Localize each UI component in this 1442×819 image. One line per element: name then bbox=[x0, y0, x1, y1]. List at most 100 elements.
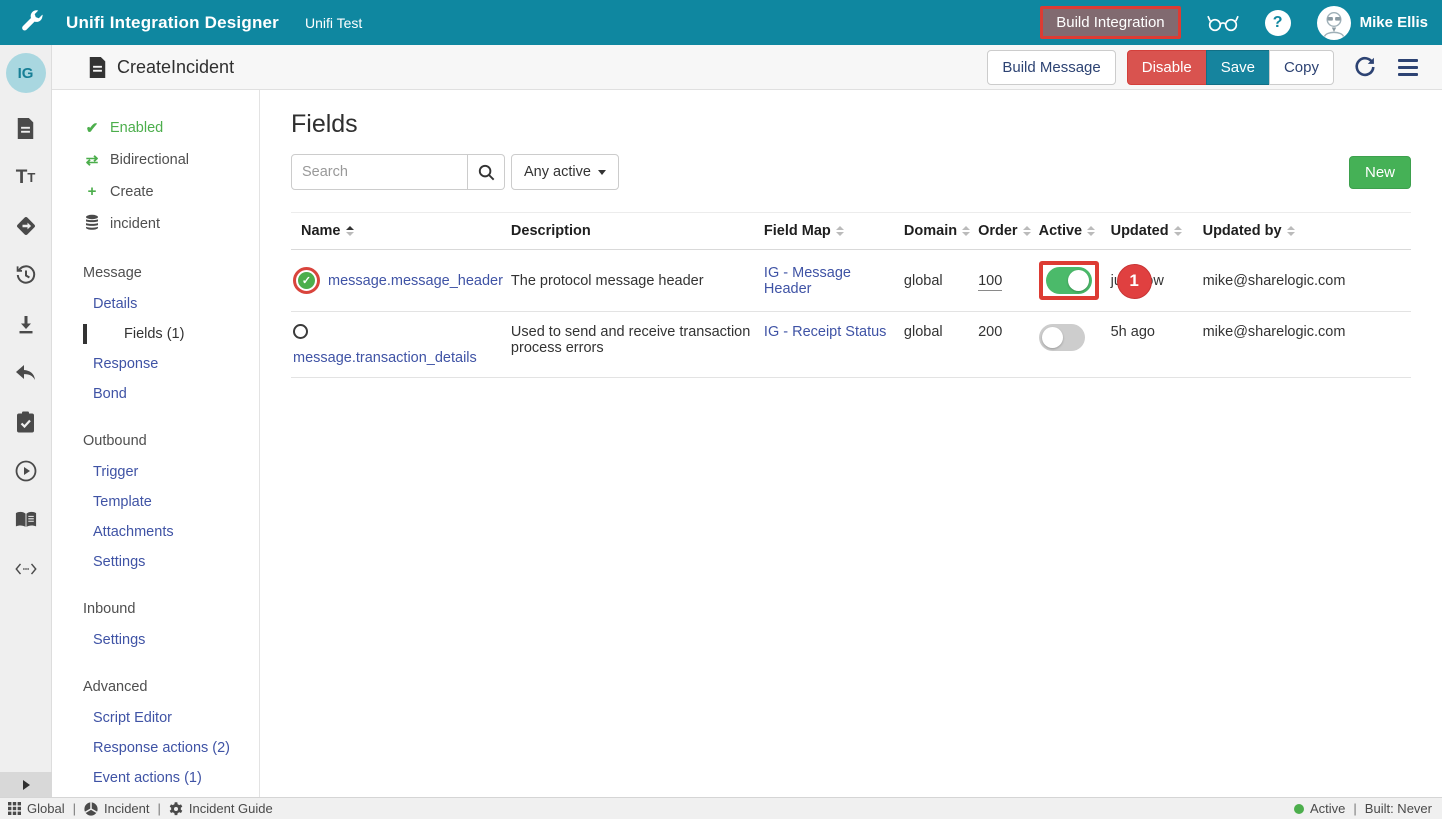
active-toggle[interactable] bbox=[1046, 267, 1092, 294]
record-header: CreateIncident Build Message Disable Sav… bbox=[52, 45, 1442, 90]
unselected-radio-icon[interactable] bbox=[293, 324, 308, 339]
refresh-icon[interactable] bbox=[1354, 56, 1376, 78]
app-title: Unifi Integration Designer bbox=[66, 13, 279, 33]
column-header-updated[interactable]: Updated bbox=[1111, 213, 1203, 250]
text-format-icon[interactable]: TT bbox=[15, 166, 37, 188]
chevron-down-icon bbox=[598, 170, 606, 175]
file-text-icon[interactable] bbox=[15, 117, 37, 139]
field-domain: global bbox=[904, 250, 978, 312]
preview-glasses-icon[interactable] bbox=[1207, 14, 1239, 32]
reply-icon[interactable] bbox=[15, 362, 37, 384]
new-field-button[interactable]: New bbox=[1349, 156, 1411, 189]
nav-link-response[interactable]: Response bbox=[52, 349, 259, 379]
book-icon[interactable] bbox=[15, 509, 37, 531]
field-order[interactable]: 200 bbox=[978, 324, 1002, 340]
nav-item-create[interactable]: + Create bbox=[52, 176, 259, 207]
user-menu[interactable]: Mike Ellis bbox=[1317, 6, 1428, 40]
icon-sidebar: IG TT bbox=[0, 45, 52, 797]
field-name-link[interactable]: message.message_header bbox=[328, 273, 503, 289]
column-header-domain[interactable]: Domain bbox=[904, 213, 978, 250]
document-icon bbox=[88, 57, 107, 78]
workspace-name: Unifi Test bbox=[305, 15, 362, 31]
column-header-description[interactable]: Description bbox=[511, 213, 764, 250]
bidirectional-arrows-icon: ⇄ bbox=[83, 151, 101, 169]
field-description: Used to send and receive transaction pro… bbox=[511, 312, 764, 378]
active-status-dot-icon bbox=[1294, 804, 1304, 814]
build-integration-button[interactable]: Build Integration bbox=[1040, 6, 1180, 39]
nav-link-event-actions[interactable]: Event actions (1) bbox=[52, 763, 259, 793]
column-header-updated-by[interactable]: Updated by bbox=[1203, 213, 1411, 250]
table-row: ✓ message.message_header The protocol me… bbox=[291, 250, 1411, 312]
fields-main: Fields Any active New bbox=[260, 90, 1442, 797]
user-name: Mike Ellis bbox=[1360, 14, 1428, 31]
integration-avatar[interactable]: IG bbox=[6, 53, 46, 93]
nav-link-bond[interactable]: Bond bbox=[52, 379, 259, 409]
selected-check-icon[interactable]: ✓ bbox=[293, 267, 320, 294]
active-filter-dropdown[interactable]: Any active bbox=[511, 154, 619, 190]
code-icon[interactable] bbox=[15, 558, 37, 580]
incident-icon bbox=[84, 802, 98, 816]
help-icon[interactable]: ? bbox=[1265, 10, 1291, 36]
field-map-link[interactable]: IG - Receipt Status bbox=[764, 324, 887, 340]
fields-table: Name Description Field Map Domain Order … bbox=[291, 212, 1411, 378]
nav-section-message: Message bbox=[52, 257, 259, 289]
column-header-active[interactable]: Active bbox=[1039, 213, 1111, 250]
copy-button[interactable]: Copy bbox=[1269, 50, 1334, 85]
column-header-order[interactable]: Order bbox=[978, 213, 1039, 250]
nav-link-outbound-settings[interactable]: Settings bbox=[52, 547, 259, 577]
field-updated: 5h ago bbox=[1111, 312, 1203, 378]
sort-icon bbox=[1023, 226, 1031, 236]
nav-section-outbound: Outbound bbox=[52, 425, 259, 457]
scope-global[interactable]: Global bbox=[8, 801, 65, 816]
sort-icon bbox=[1174, 226, 1182, 236]
column-header-field-map[interactable]: Field Map bbox=[764, 213, 904, 250]
build-message-button[interactable]: Build Message bbox=[987, 50, 1115, 85]
scope-incident[interactable]: Incident bbox=[84, 801, 150, 816]
user-avatar bbox=[1317, 6, 1351, 40]
nav-item-incident[interactable]: incident bbox=[52, 207, 259, 241]
search-input[interactable] bbox=[291, 154, 468, 190]
disable-button[interactable]: Disable bbox=[1127, 50, 1207, 85]
sidebar-collapse-toggle[interactable] bbox=[0, 772, 52, 797]
field-description: The protocol message header bbox=[511, 250, 764, 312]
record-title: CreateIncident bbox=[117, 57, 234, 78]
menu-icon[interactable] bbox=[1398, 59, 1418, 76]
nav-item-enabled[interactable]: ✔ Enabled bbox=[52, 112, 259, 144]
directions-icon[interactable] bbox=[15, 215, 37, 237]
chevron-right-icon bbox=[23, 780, 30, 790]
nav-link-script-editor[interactable]: Script Editor bbox=[52, 703, 259, 733]
nav-link-details[interactable]: Details bbox=[52, 289, 259, 319]
gear-icon bbox=[169, 802, 183, 816]
nav-link-fields[interactable]: Fields (1) bbox=[83, 324, 259, 344]
nav-link-response-actions[interactable]: Response actions (2) bbox=[52, 733, 259, 763]
check-icon: ✔ bbox=[83, 119, 101, 137]
field-map-link[interactable]: IG - Message Header bbox=[764, 265, 851, 297]
nav-link-template[interactable]: Template bbox=[52, 487, 259, 517]
nav-link-attachments[interactable]: Attachments bbox=[52, 517, 259, 547]
annotation-step-badge: 1 bbox=[1117, 264, 1152, 299]
sort-icon bbox=[836, 226, 844, 236]
download-icon[interactable] bbox=[15, 313, 37, 335]
nav-section-advanced: Advanced bbox=[52, 671, 259, 703]
field-updated-by: mike@sharelogic.com bbox=[1203, 250, 1411, 312]
field-order-editable[interactable]: 100 bbox=[978, 273, 1002, 291]
nav-link-inbound-settings[interactable]: Settings bbox=[52, 625, 259, 655]
page-title: Fields bbox=[291, 110, 1411, 139]
field-name-link[interactable]: message.transaction_details bbox=[293, 350, 477, 366]
field-updated-by: mike@sharelogic.com bbox=[1203, 312, 1411, 378]
nav-item-bidirectional[interactable]: ⇄ Bidirectional bbox=[52, 144, 259, 176]
play-circle-icon[interactable] bbox=[15, 460, 37, 482]
active-toggle[interactable] bbox=[1039, 324, 1085, 351]
history-icon[interactable] bbox=[15, 264, 37, 286]
wrench-icon bbox=[18, 10, 44, 36]
search-button[interactable] bbox=[468, 154, 505, 190]
scope-incident-guide[interactable]: Incident Guide bbox=[169, 801, 273, 816]
save-button[interactable]: Save bbox=[1206, 50, 1270, 85]
column-header-name[interactable]: Name bbox=[291, 213, 511, 250]
nav-link-trigger[interactable]: Trigger bbox=[52, 457, 259, 487]
status-bar: Global | Incident | Incident Guide Activ… bbox=[0, 797, 1442, 819]
tasks-icon[interactable] bbox=[15, 411, 37, 433]
integration-status: Active bbox=[1294, 801, 1345, 816]
grid-icon bbox=[8, 802, 21, 815]
record-nav-panel: ✔ Enabled ⇄ Bidirectional + Create incid… bbox=[52, 90, 260, 797]
